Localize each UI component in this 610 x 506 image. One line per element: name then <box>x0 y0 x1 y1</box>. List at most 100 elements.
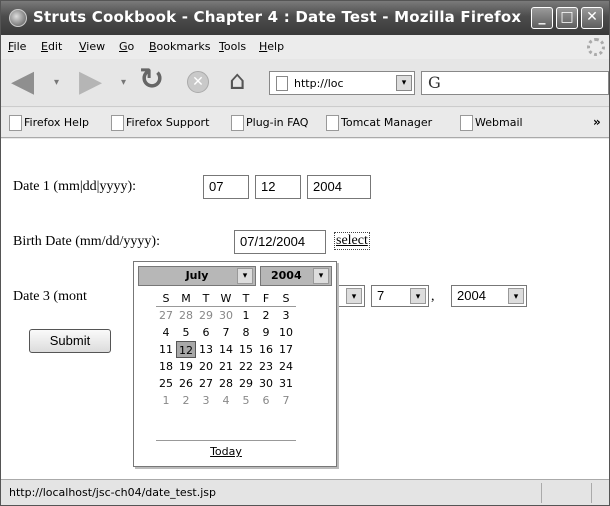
calendar-day[interactable]: 26 <box>176 375 196 392</box>
calendar-year-select[interactable]: 2004 ▾ <box>260 266 332 286</box>
calendar-day[interactable]: 16 <box>256 341 276 358</box>
calendar-day[interactable]: 11 <box>156 341 176 358</box>
calendar-day[interactable]: 24 <box>276 358 296 375</box>
calendar-grid: S M T W T F S 27 28 29 30 1 2 3 4 5 6 7 8 9 10 11 12 13 1… <box>156 290 296 409</box>
calendar-day[interactable]: 30 <box>256 375 276 392</box>
chevron-down-icon: ▾ <box>346 288 362 304</box>
calendar-day[interactable]: 18 <box>156 358 176 375</box>
calendar-day[interactable]: 10 <box>276 324 296 341</box>
calendar-popup: July ▾ 2004 ▾ S M T W T F S 27 28 29 30 1 2 3 4… <box>133 261 337 467</box>
calendar-day[interactable]: 1 <box>156 392 176 409</box>
calendar-day[interactable]: 25 <box>156 375 176 392</box>
page-content: Date 1 (mm|dd|yyyy): 07 12 2004 Birth Da… <box>1 139 609 479</box>
url-text: http://loc <box>294 77 344 90</box>
minimize-button[interactable]: _ <box>531 7 553 29</box>
status-bar: http://localhost/jsc-ch04/date_test.jsp <box>1 479 609 505</box>
submit-button[interactable]: Submit <box>29 329 111 353</box>
bookmark-firefox-help[interactable]: Firefox Help <box>7 115 89 131</box>
bookmarks-toolbar: Firefox Help Firefox Support Plug-in FAQ… <box>1 108 609 138</box>
home-icon[interactable]: ⌂ <box>229 67 246 95</box>
menu-file[interactable]: File <box>8 40 26 53</box>
birth-date-input[interactable]: 07/12/2004 <box>234 230 326 254</box>
calendar-week: 11 12 13 14 15 16 17 <box>156 341 296 358</box>
menu-help[interactable]: Help <box>259 40 284 53</box>
bookmark-tomcat-manager[interactable]: Tomcat Manager <box>324 115 432 131</box>
calendar-day[interactable]: 14 <box>216 341 236 358</box>
calendar-day[interactable]: 20 <box>196 358 216 375</box>
date1-day-input[interactable]: 12 <box>255 175 301 199</box>
reload-icon[interactable]: ↻ <box>139 65 164 95</box>
menu-tools[interactable]: Tools <box>219 40 246 53</box>
date1-month-input[interactable]: 07 <box>203 175 249 199</box>
search-box[interactable]: G <box>421 71 609 95</box>
calendar-week: 4 5 6 7 8 9 10 <box>156 324 296 341</box>
window-title: Struts Cookbook - Chapter 4 : Date Test … <box>33 8 522 26</box>
calendar-day[interactable]: 30 <box>216 307 236 324</box>
weekday: M <box>181 292 191 305</box>
calendar-day[interactable]: 5 <box>236 392 256 409</box>
calendar-day[interactable]: 15 <box>236 341 256 358</box>
calendar-day[interactable]: 8 <box>236 324 256 341</box>
search-engine-icon[interactable]: G <box>428 73 441 92</box>
today-link[interactable]: Today <box>156 440 296 458</box>
calendar-month-select[interactable]: July ▾ <box>138 266 256 286</box>
calendar-day[interactable]: 5 <box>176 324 196 341</box>
back-icon[interactable]: ◀ <box>11 67 34 97</box>
calendar-day[interactable]: 7 <box>276 392 296 409</box>
date3-day-select[interactable]: 7 ▾ <box>371 285 429 307</box>
date3-year-select[interactable]: 2004 ▾ <box>451 285 527 307</box>
menu-edit[interactable]: Edit <box>41 40 62 53</box>
menu-bar: File Edit View Go Bookmarks Tools Help <box>1 35 609 59</box>
calendar-day[interactable]: 6 <box>256 392 276 409</box>
select-date-link[interactable]: select <box>334 232 370 250</box>
calendar-day[interactable]: 1 <box>236 307 256 324</box>
menu-bookmarks[interactable]: Bookmarks <box>149 40 210 53</box>
menu-go[interactable]: Go <box>119 40 134 53</box>
calendar-day[interactable]: 29 <box>236 375 256 392</box>
calendar-day[interactable]: 2 <box>256 307 276 324</box>
calendar-day[interactable]: 29 <box>196 307 216 324</box>
menu-view[interactable]: View <box>79 40 105 53</box>
birth-date-label: Birth Date (mm/dd/yyyy): <box>13 234 160 249</box>
calendar-day[interactable]: 28 <box>216 375 236 392</box>
calendar-day[interactable]: 19 <box>176 358 196 375</box>
forward-icon[interactable]: ▶ <box>79 67 102 97</box>
calendar-day[interactable]: 28 <box>176 307 196 324</box>
calendar-day[interactable]: 7 <box>216 324 236 341</box>
calendar-day[interactable]: 27 <box>196 375 216 392</box>
url-dropdown-icon[interactable]: ▾ <box>396 75 412 91</box>
calendar-day[interactable]: 4 <box>156 324 176 341</box>
maximize-button[interactable]: □ <box>556 7 578 29</box>
calendar-week: 18 19 20 21 22 23 24 <box>156 358 296 375</box>
bookmark-plugin-faq[interactable]: Plug-in FAQ <box>229 115 308 131</box>
calendar-day[interactable]: 31 <box>276 375 296 392</box>
close-button[interactable]: ✕ <box>581 7 603 29</box>
bookmarks-overflow-icon[interactable]: » <box>593 115 601 129</box>
bookmark-firefox-support[interactable]: Firefox Support <box>109 115 209 131</box>
calendar-day[interactable]: 22 <box>236 358 256 375</box>
back-history-icon[interactable]: ▾ <box>54 77 59 88</box>
date1-label: Date 1 (mm|dd|yyyy): <box>13 179 137 194</box>
forward-history-icon[interactable]: ▾ <box>121 77 126 88</box>
calendar-day[interactable]: 21 <box>216 358 236 375</box>
calendar-day[interactable]: 23 <box>256 358 276 375</box>
calendar-day[interactable]: 17 <box>276 341 296 358</box>
calendar-day[interactable]: 27 <box>156 307 176 324</box>
calendar-day[interactable]: 2 <box>176 392 196 409</box>
calendar-day[interactable]: 13 <box>196 341 216 358</box>
calendar-day[interactable]: 3 <box>196 392 216 409</box>
date3-month-select[interactable]: ▾ <box>337 285 365 307</box>
stop-icon[interactable]: ✕ <box>187 71 209 93</box>
calendar-day[interactable]: 9 <box>256 324 276 341</box>
weekday: S <box>162 292 170 305</box>
calendar-day[interactable]: 4 <box>216 392 236 409</box>
bookmark-webmail[interactable]: Webmail <box>458 115 523 131</box>
calendar-day[interactable]: 3 <box>276 307 296 324</box>
weekday: W <box>220 292 232 305</box>
calendar-day[interactable]: 6 <box>196 324 216 341</box>
firefox-icon <box>9 9 27 27</box>
calendar-day-selected[interactable]: 12 <box>176 341 196 358</box>
url-bar[interactable]: http://loc ▾ <box>269 71 415 95</box>
date1-year-input[interactable]: 2004 <box>307 175 371 199</box>
calendar-week: 1234567 <box>156 392 296 409</box>
